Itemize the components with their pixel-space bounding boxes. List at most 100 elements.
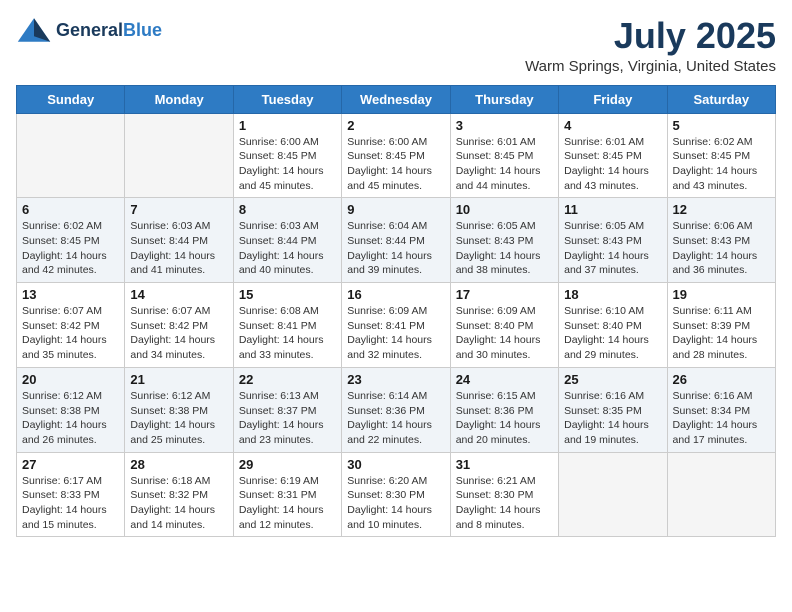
day-info: Sunrise: 6:11 AMSunset: 8:39 PMDaylight:… xyxy=(673,304,770,363)
day-number: 4 xyxy=(564,118,661,133)
table-row xyxy=(667,452,775,537)
day-info: Sunrise: 6:05 AMSunset: 8:43 PMDaylight:… xyxy=(456,219,553,278)
day-info: Sunrise: 6:19 AMSunset: 8:31 PMDaylight:… xyxy=(239,474,336,533)
col-friday: Friday xyxy=(559,85,667,113)
day-number: 3 xyxy=(456,118,553,133)
day-info: Sunrise: 6:02 AMSunset: 8:45 PMDaylight:… xyxy=(22,219,119,278)
table-row: 27Sunrise: 6:17 AMSunset: 8:33 PMDayligh… xyxy=(17,452,125,537)
table-row: 17 Sunrise: 6:09 AMSunset: 8:40 PMDayligh… xyxy=(450,283,558,368)
day-number: 6 xyxy=(22,202,119,217)
table-row: 21 Sunrise: 6:12 AMSunset: 8:38 PMDayligh… xyxy=(125,367,233,452)
col-sunday: Sunday xyxy=(17,85,125,113)
day-info: Sunrise: 6:15 AMSunset: 8:36 PMDaylight:… xyxy=(456,389,553,448)
day-info: Sunrise: 6:14 AMSunset: 8:36 PMDaylight:… xyxy=(347,389,444,448)
day-number: 5 xyxy=(673,118,770,133)
day-info: Sunrise: 6:00 AMSunset: 8:45 PMDaylight:… xyxy=(239,135,336,194)
day-number: 1 xyxy=(239,118,336,133)
day-number: 15 xyxy=(239,287,336,302)
day-info: Sunrise: 6:12 AMSunset: 8:38 PMDaylight:… xyxy=(130,389,227,448)
logo-general: General xyxy=(56,20,123,40)
table-row: 29 Sunrise: 6:19 AMSunset: 8:31 PMDayligh… xyxy=(233,452,341,537)
col-saturday: Saturday xyxy=(667,85,775,113)
page-header: GeneralBlue July 2025 Warm Springs, Virg… xyxy=(16,16,776,75)
day-info: Sunrise: 6:00 AMSunset: 8:45 PMDaylight:… xyxy=(347,135,444,194)
day-info: Sunrise: 6:06 AMSunset: 8:43 PMDaylight:… xyxy=(673,219,770,278)
table-row: 13 Sunrise: 6:07 AMSunset: 8:42 PMDayligh… xyxy=(17,283,125,368)
table-row: 12 Sunrise: 6:06 AMSunset: 8:43 PMDayligh… xyxy=(667,198,775,283)
day-number: 21 xyxy=(130,372,227,387)
table-row: 8 Sunrise: 6:03 AMSunset: 8:44 PMDaylight… xyxy=(233,198,341,283)
day-number: 8 xyxy=(239,202,336,217)
day-info: Sunrise: 6:01 AMSunset: 8:45 PMDaylight:… xyxy=(456,135,553,194)
table-row: 28 Sunrise: 6:18 AMSunset: 8:32 PMDayligh… xyxy=(125,452,233,537)
table-row: 25 Sunrise: 6:16 AMSunset: 8:35 PMDayligh… xyxy=(559,367,667,452)
day-number: 12 xyxy=(673,202,770,217)
day-info: Sunrise: 6:08 AMSunset: 8:41 PMDaylight:… xyxy=(239,304,336,363)
day-info: Sunrise: 6:03 AMSunset: 8:44 PMDaylight:… xyxy=(130,219,227,278)
day-info: Sunrise: 6:13 AMSunset: 8:37 PMDaylight:… xyxy=(239,389,336,448)
calendar-week-row: 6 Sunrise: 6:02 AMSunset: 8:45 PMDaylight… xyxy=(17,198,776,283)
table-row: 31Sunrise: 6:21 AMSunset: 8:30 PMDayligh… xyxy=(450,452,558,537)
table-row: 2 Sunrise: 6:00 AMSunset: 8:45 PMDaylight… xyxy=(342,113,450,198)
day-number: 14 xyxy=(130,287,227,302)
day-info: Sunrise: 6:03 AMSunset: 8:44 PMDaylight:… xyxy=(239,219,336,278)
day-number: 25 xyxy=(564,372,661,387)
table-row: 5 Sunrise: 6:02 AMSunset: 8:45 PMDaylight… xyxy=(667,113,775,198)
day-info: Sunrise: 6:09 AMSunset: 8:40 PMDaylight:… xyxy=(456,304,553,363)
table-row: 22 Sunrise: 6:13 AMSunset: 8:37 PMDayligh… xyxy=(233,367,341,452)
day-number: 16 xyxy=(347,287,444,302)
month-year: July 2025 xyxy=(525,16,776,56)
day-number: 24 xyxy=(456,372,553,387)
day-info: Sunrise: 6:16 AMSunset: 8:35 PMDaylight:… xyxy=(564,389,661,448)
day-number: 9 xyxy=(347,202,444,217)
day-info: Sunrise: 6:12 AMSunset: 8:38 PMDaylight:… xyxy=(22,389,119,448)
calendar-table: Sunday Monday Tuesday Wednesday Thursday… xyxy=(16,85,776,538)
day-number: 18 xyxy=(564,287,661,302)
table-row: 4 Sunrise: 6:01 AMSunset: 8:45 PMDaylight… xyxy=(559,113,667,198)
day-number: 10 xyxy=(456,202,553,217)
table-row: 10 Sunrise: 6:05 AMSunset: 8:43 PMDayligh… xyxy=(450,198,558,283)
day-number: 29 xyxy=(239,457,336,472)
table-row xyxy=(559,452,667,537)
logo: GeneralBlue xyxy=(16,16,162,44)
day-number: 23 xyxy=(347,372,444,387)
table-row: 6 Sunrise: 6:02 AMSunset: 8:45 PMDaylight… xyxy=(17,198,125,283)
logo-icon xyxy=(16,16,52,44)
table-row: 14 Sunrise: 6:07 AMSunset: 8:42 PMDayligh… xyxy=(125,283,233,368)
col-wednesday: Wednesday xyxy=(342,85,450,113)
day-info: Sunrise: 6:04 AMSunset: 8:44 PMDaylight:… xyxy=(347,219,444,278)
table-row: 30Sunrise: 6:20 AMSunset: 8:30 PMDayligh… xyxy=(342,452,450,537)
day-number: 30 xyxy=(347,457,444,472)
day-number: 17 xyxy=(456,287,553,302)
title-block: July 2025 Warm Springs, Virginia, United… xyxy=(525,16,776,75)
day-info: Sunrise: 6:01 AMSunset: 8:45 PMDaylight:… xyxy=(564,135,661,194)
table-row: 1 Sunrise: 6:00 AMSunset: 8:45 PMDaylight… xyxy=(233,113,341,198)
day-number: 11 xyxy=(564,202,661,217)
day-info: Sunrise: 6:18 AMSunset: 8:32 PMDaylight:… xyxy=(130,474,227,533)
day-info: Sunrise: 6:07 AMSunset: 8:42 PMDaylight:… xyxy=(130,304,227,363)
col-tuesday: Tuesday xyxy=(233,85,341,113)
day-number: 22 xyxy=(239,372,336,387)
table-row: 15 Sunrise: 6:08 AMSunset: 8:41 PMDayligh… xyxy=(233,283,341,368)
day-info: Sunrise: 6:07 AMSunset: 8:42 PMDaylight:… xyxy=(22,304,119,363)
location: Warm Springs, Virginia, United States xyxy=(525,58,776,75)
day-info: Sunrise: 6:10 AMSunset: 8:40 PMDaylight:… xyxy=(564,304,661,363)
day-info: Sunrise: 6:05 AMSunset: 8:43 PMDaylight:… xyxy=(564,219,661,278)
table-row: 7Sunrise: 6:03 AMSunset: 8:44 PMDaylight… xyxy=(125,198,233,283)
col-monday: Monday xyxy=(125,85,233,113)
day-info: Sunrise: 6:02 AMSunset: 8:45 PMDaylight:… xyxy=(673,135,770,194)
day-info: Sunrise: 6:09 AMSunset: 8:41 PMDaylight:… xyxy=(347,304,444,363)
calendar-week-row: 13 Sunrise: 6:07 AMSunset: 8:42 PMDayligh… xyxy=(17,283,776,368)
table-row: 24 Sunrise: 6:15 AMSunset: 8:36 PMDayligh… xyxy=(450,367,558,452)
table-row: 26Sunrise: 6:16 AMSunset: 8:34 PMDayligh… xyxy=(667,367,775,452)
day-number: 28 xyxy=(130,457,227,472)
table-row: 11 Sunrise: 6:05 AMSunset: 8:43 PMDayligh… xyxy=(559,198,667,283)
table-row: 3 Sunrise: 6:01 AMSunset: 8:45 PMDaylight… xyxy=(450,113,558,198)
table-row: 9 Sunrise: 6:04 AMSunset: 8:44 PMDaylight… xyxy=(342,198,450,283)
day-number: 2 xyxy=(347,118,444,133)
day-number: 13 xyxy=(22,287,119,302)
day-number: 19 xyxy=(673,287,770,302)
logo-blue: Blue xyxy=(123,20,162,40)
table-row xyxy=(125,113,233,198)
day-info: Sunrise: 6:17 AMSunset: 8:33 PMDaylight:… xyxy=(22,474,119,533)
